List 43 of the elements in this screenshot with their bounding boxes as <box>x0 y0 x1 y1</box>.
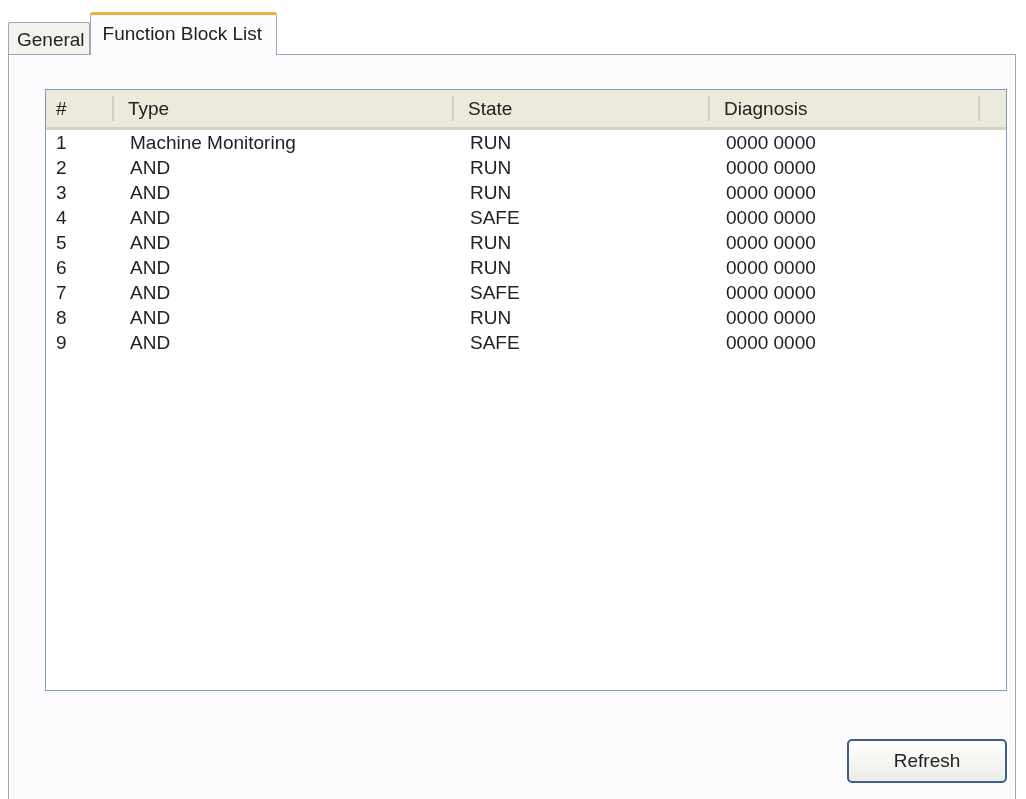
table-cell-text: SAFE <box>469 331 521 354</box>
column-header[interactable]: Diagnosis <box>710 96 980 121</box>
table-cell-text: RUN <box>469 306 513 329</box>
table-cell-text: RUN <box>469 231 513 254</box>
column-header[interactable]: # <box>46 96 114 121</box>
table-cell-text: 2 <box>55 156 68 179</box>
column-header[interactable]: State <box>454 96 710 121</box>
table-cell-text: 0000 0000 <box>725 231 817 254</box>
table-cell-text: AND <box>129 231 172 254</box>
table-cell-text: AND <box>129 256 172 279</box>
tab[interactable]: General <box>8 22 90 55</box>
table-cell-text: 9 <box>55 331 68 354</box>
table-cell-text: 8 <box>55 306 68 329</box>
table-cell-text: 0000 0000 <box>725 131 817 154</box>
table-cell-text: 0000 0000 <box>725 331 817 354</box>
table-cell-text: 3 <box>55 181 68 204</box>
table-cell-text: AND <box>129 181 172 204</box>
table-cell-text: RUN <box>469 131 513 154</box>
table-cell-text: SAFE <box>469 281 521 304</box>
table-cell-text: 0000 0000 <box>725 281 817 304</box>
table-cell-text: AND <box>129 331 172 354</box>
table-cell-text: 1 <box>55 131 68 154</box>
table-cell-text: SAFE <box>469 206 521 229</box>
column-header[interactable]: Type <box>114 96 454 121</box>
table-cell-text: AND <box>129 156 172 179</box>
table-cell-text: RUN <box>469 256 513 279</box>
table-cell-text: 4 <box>55 206 68 229</box>
table-cell-text: RUN <box>469 156 513 179</box>
table-cell-text: AND <box>129 281 172 304</box>
table-cell-text: 7 <box>55 281 68 304</box>
refresh-button[interactable]: Refresh <box>847 739 1007 783</box>
table-cell-text: 0000 0000 <box>725 256 817 279</box>
table-cell-text: 0000 0000 <box>725 306 817 329</box>
table-cell-text: AND <box>129 306 172 329</box>
table-cell-text: RUN <box>469 181 513 204</box>
table-cell-text: AND <box>129 206 172 229</box>
table-cell-text: 6 <box>55 256 68 279</box>
table-cell-text: Machine Monitoring <box>129 131 297 154</box>
table-cell-text: 0000 0000 <box>725 156 817 179</box>
table-cell-text: 0000 0000 <box>725 206 817 229</box>
tab[interactable]: Function Block List <box>89 12 278 55</box>
table-cell-text: 5 <box>55 231 68 254</box>
table-cell-text: 0000 0000 <box>725 181 817 204</box>
